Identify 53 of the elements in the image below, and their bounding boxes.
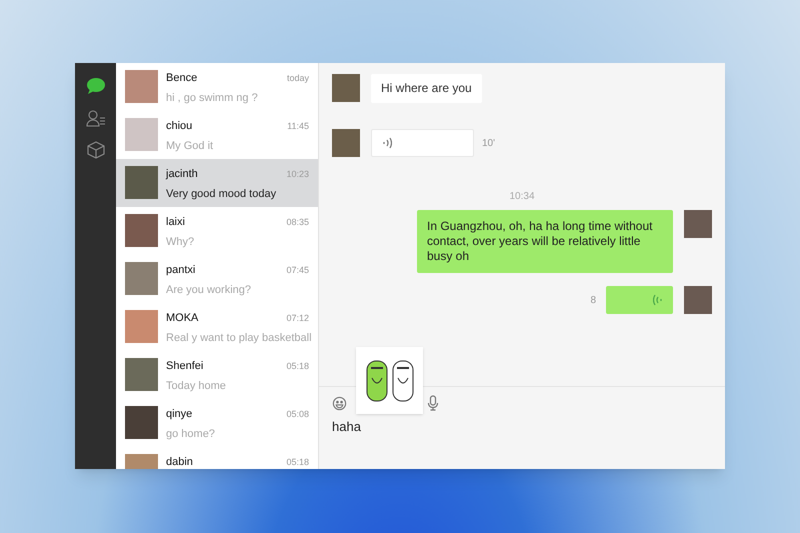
message-bubble: In Guangzhou, oh, ha ha long time without contact, over years will be relatively little busy oh: [417, 210, 673, 273]
message-time: today: [286, 72, 309, 85]
message-input[interactable]: haha: [332, 417, 712, 436]
avatar-photo: [125, 166, 158, 199]
timestamp: 10:34: [509, 190, 535, 204]
contact-name: dabin: [166, 455, 193, 469]
voice-duration: 8: [590, 294, 596, 308]
message-time: 07:45: [286, 264, 309, 277]
voice-duration: 10': [482, 136, 496, 150]
message-preview: Are you working?: [166, 282, 252, 298]
voice-wave-icon: [382, 137, 392, 149]
message-time: 05:18: [286, 360, 309, 373]
avatar-photo: [125, 262, 158, 295]
message-preview: Why?: [166, 234, 196, 250]
avatar-photo: [332, 129, 360, 157]
contact-name: qinye: [166, 407, 192, 422]
contact-name: laixi: [166, 215, 185, 230]
contact-name: Shenfei: [166, 359, 204, 374]
message-time: 05:08: [286, 408, 309, 421]
contacts-icon[interactable]: [86, 109, 106, 127]
avatar-photo: [684, 286, 712, 314]
avatar-photo: [684, 210, 712, 238]
message-time: 10:23: [286, 168, 309, 181]
message-bubble: Hi where are you: [371, 74, 482, 103]
message-preview: Real y want to play basketball: [166, 330, 309, 346]
avatar-photo: [125, 214, 158, 247]
avatar-photo: [125, 118, 158, 151]
microphone-icon[interactable]: [427, 395, 439, 411]
emoji-icon[interactable]: [332, 396, 347, 410]
sticker-popup[interactable]: [356, 347, 423, 414]
message-preview: My God it: [166, 138, 214, 154]
chat-list-item[interactable]: jacinth 10:23 Very good mood today: [116, 159, 318, 207]
contact-name: MOKA: [166, 311, 198, 326]
contact-name: chiou: [166, 119, 192, 134]
message-preview: Very good mood today: [166, 186, 278, 202]
message-time: 05:18: [286, 456, 309, 469]
avatar-photo: [125, 70, 158, 103]
avatar-photo: [125, 406, 158, 439]
avatar-photo: [125, 358, 158, 391]
contact-name: pantxi: [166, 263, 196, 278]
avatar-photo: [332, 74, 360, 102]
contact-name: jacinth: [166, 167, 198, 182]
chat-bubble-icon[interactable]: [86, 77, 106, 95]
cube-icon[interactable]: [86, 141, 104, 159]
voice-wave-icon: [653, 294, 663, 306]
message-preview: hi , go swimm ng ?: [166, 90, 259, 106]
message-time: 08:35: [286, 216, 309, 229]
message-time: 07:12: [286, 312, 309, 325]
message-preview: go home?: [166, 426, 216, 442]
message-preview: Today home: [166, 378, 227, 394]
avatar-photo: [125, 310, 158, 343]
message-time: 11:45: [287, 120, 309, 133]
contact-name: Bence: [166, 71, 198, 86]
